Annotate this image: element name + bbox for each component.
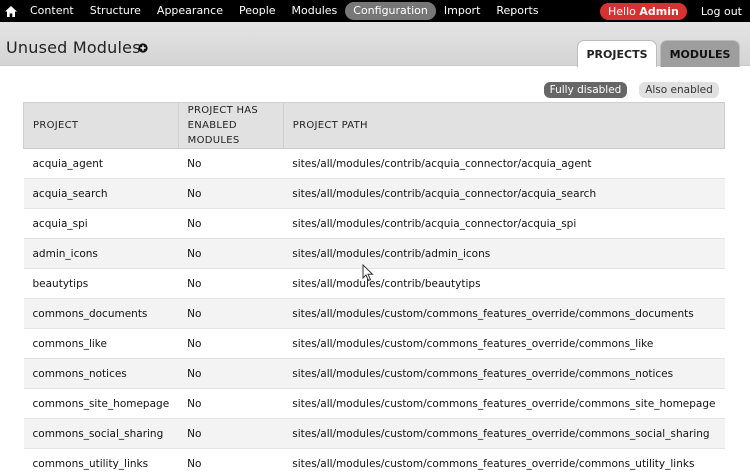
nav-import[interactable]: Import xyxy=(436,2,489,20)
project-path: sites/all/modules/contrib/acquia_connect… xyxy=(283,148,725,179)
has-enabled: No xyxy=(178,418,284,449)
project-name: acquia_search xyxy=(23,178,179,209)
table-row: acquia_agent No sites/all/modules/contri… xyxy=(23,148,725,179)
project-path: sites/all/modules/custom/commons_feature… xyxy=(283,418,725,449)
project-name: acquia_agent xyxy=(23,148,179,179)
project-path: sites/all/modules/contrib/admin_icons xyxy=(283,238,725,269)
project-name: beautytips xyxy=(23,268,179,299)
project-path: sites/all/modules/custom/commons_feature… xyxy=(283,298,725,329)
hello-user: Admin xyxy=(639,4,679,18)
tab-modules[interactable]: MODULES xyxy=(660,40,740,67)
has-enabled: No xyxy=(178,448,284,476)
has-enabled: No xyxy=(178,268,284,299)
page-title: Unused Modules xyxy=(6,38,141,57)
header-project-path[interactable]: PROJECT PATH xyxy=(282,102,726,149)
has-enabled: No xyxy=(178,358,284,389)
project-path: sites/all/modules/custom/commons_feature… xyxy=(283,358,725,389)
has-enabled: No xyxy=(178,178,284,209)
nav-people[interactable]: People xyxy=(231,2,284,20)
tab-projects[interactable]: PROJECTS xyxy=(577,40,657,67)
table-row: commons_social_sharing No sites/all/modu… xyxy=(23,418,725,449)
nav-structure[interactable]: Structure xyxy=(82,2,149,20)
header-project[interactable]: PROJECT xyxy=(23,102,179,149)
home-icon[interactable] xyxy=(0,0,22,22)
project-name: commons_site_homepage xyxy=(23,388,179,419)
project-name: acquia_spi xyxy=(23,208,179,239)
has-enabled: No xyxy=(178,298,284,329)
project-path: sites/all/modules/contrib/acquia_connect… xyxy=(283,208,725,239)
table-row: acquia_spi No sites/all/modules/contrib/… xyxy=(23,208,725,239)
has-enabled: No xyxy=(178,238,284,269)
table-row: commons_like No sites/all/modules/custom… xyxy=(23,328,725,359)
table-row: acquia_search No sites/all/modules/contr… xyxy=(23,178,725,209)
project-path: sites/all/modules/contrib/acquia_connect… xyxy=(283,178,725,209)
nav-modules[interactable]: Modules xyxy=(284,2,346,20)
filter-also-enabled[interactable]: Also enabled xyxy=(639,82,719,98)
has-enabled: No xyxy=(178,208,284,239)
project-path: sites/all/modules/custom/commons_feature… xyxy=(283,328,725,359)
hello-prefix: Hello xyxy=(607,4,636,18)
project-path: sites/all/modules/custom/commons_feature… xyxy=(283,448,725,476)
logout-link[interactable]: Log out xyxy=(693,5,750,18)
user-greeting[interactable]: Hello Admin xyxy=(599,2,687,20)
admin-toolbar: Content Structure Appearance People Modu… xyxy=(0,0,750,22)
project-path: sites/all/modules/contrib/beautytips xyxy=(283,268,725,299)
nav-configuration[interactable]: Configuration xyxy=(345,2,436,20)
project-path: sites/all/modules/custom/commons_feature… xyxy=(283,388,725,419)
mouse-cursor-icon xyxy=(362,264,374,282)
project-name: commons_utility_links xyxy=(23,448,179,476)
has-enabled: No xyxy=(178,328,284,359)
filter-fully-disabled[interactable]: Fully disabled xyxy=(544,82,627,98)
has-enabled: No xyxy=(178,388,284,419)
nav-reports[interactable]: Reports xyxy=(488,2,546,20)
page-header: Unused Modules PROJECTS MODULES xyxy=(0,22,750,67)
header-has-enabled-modules[interactable]: PROJECT HAS ENABLED MODULES xyxy=(177,102,284,149)
has-enabled: No xyxy=(178,148,284,179)
table-row: commons_notices No sites/all/modules/cus… xyxy=(23,358,725,389)
project-name: commons_documents xyxy=(23,298,179,329)
table-row: admin_icons No sites/all/modules/contrib… xyxy=(23,238,725,269)
project-name: commons_like xyxy=(23,328,179,359)
project-name: admin_icons xyxy=(23,238,179,269)
table-row: commons_utility_links No sites/all/modul… xyxy=(23,448,725,476)
plus-circle-icon[interactable] xyxy=(138,43,148,53)
projects-table: PROJECT PROJECT HAS ENABLED MODULES PROJ… xyxy=(23,102,726,476)
nav-appearance[interactable]: Appearance xyxy=(149,2,231,20)
table-header-row: PROJECT PROJECT HAS ENABLED MODULES PROJ… xyxy=(23,102,726,149)
table-row: commons_site_homepage No sites/all/modul… xyxy=(23,388,725,419)
project-name: commons_social_sharing xyxy=(23,418,179,449)
project-name: commons_notices xyxy=(23,358,179,389)
nav-content[interactable]: Content xyxy=(22,2,82,20)
table-row: commons_documents No sites/all/modules/c… xyxy=(23,298,725,329)
table-row: beautytips No sites/all/modules/contrib/… xyxy=(23,268,725,299)
